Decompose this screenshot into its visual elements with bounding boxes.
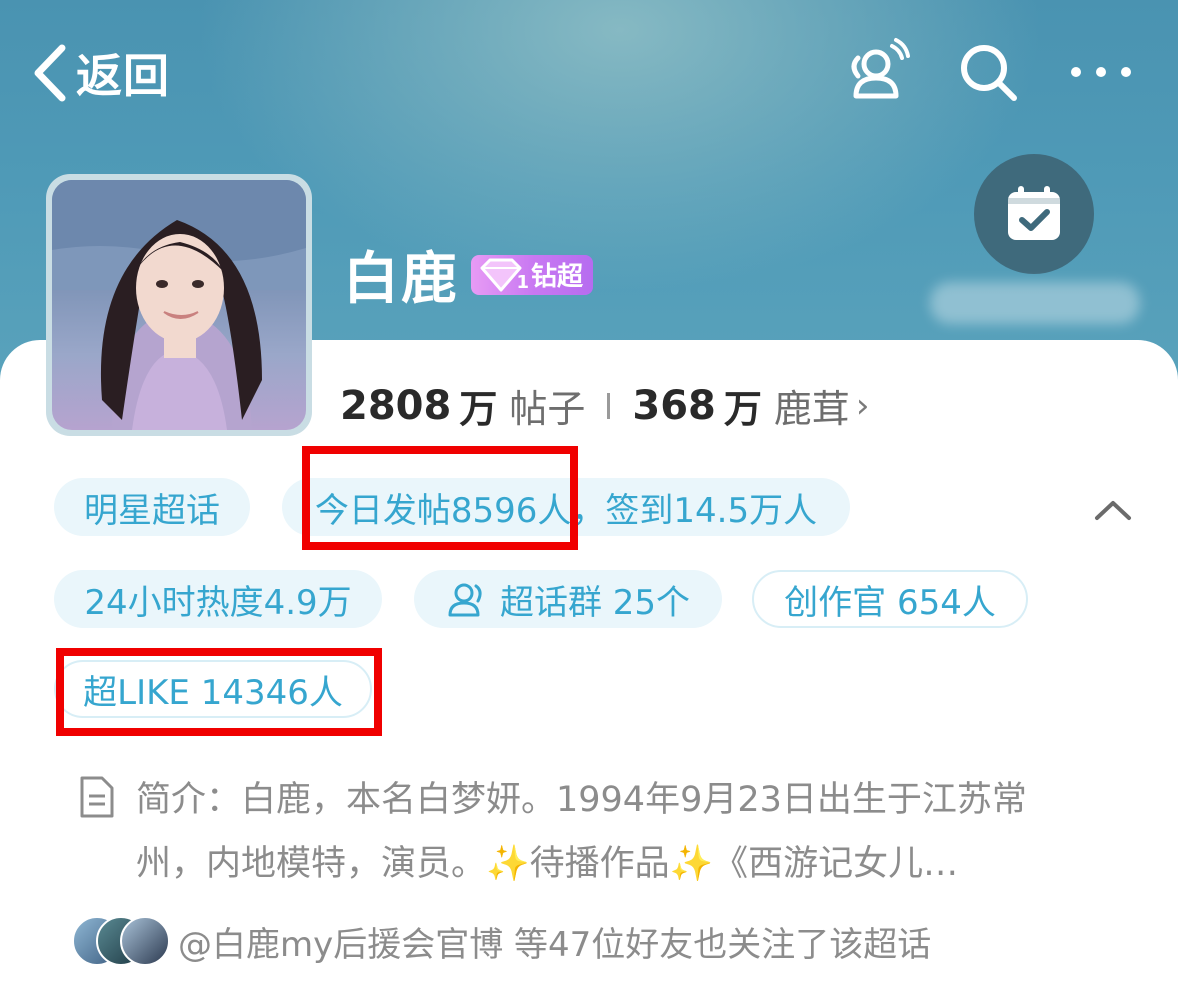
- intro-text: 简介：白鹿，本名白梦妍。1994年9月23日出生于江苏常州，内地模特，演员。✨待…: [136, 780, 1027, 884]
- checkin-button[interactable]: [974, 154, 1094, 274]
- topic-name: 白鹿: [343, 247, 459, 312]
- chevron-right-icon[interactable]: ›: [856, 386, 870, 426]
- posts-unit: 万: [459, 387, 498, 431]
- group-chip[interactable]: 超话群 25个: [414, 570, 722, 628]
- today-stats-label: 今日发帖8596人，签到14.5万人: [314, 490, 818, 531]
- category-chip[interactable]: 明星超话: [54, 478, 250, 536]
- collapse-button[interactable]: [1088, 490, 1138, 530]
- back-arrow-icon: [34, 44, 66, 102]
- fans-unit: 万: [723, 387, 762, 431]
- heat-chip-label: 24小时热度4.9万: [84, 582, 352, 623]
- posts-label: 帖子: [509, 387, 586, 431]
- back-button[interactable]: 返回: [30, 38, 170, 108]
- friends-follow-row[interactable]: @白鹿my后援会官博 等47位好友也关注了该超话: [72, 916, 931, 966]
- today-stats-chip[interactable]: 今日发帖8596人，签到14.5万人: [282, 478, 850, 536]
- fans-label[interactable]: 鹿茸: [774, 378, 850, 433]
- superlike-chip[interactable]: 超LIKE 14346人: [54, 660, 372, 718]
- stats-divider: [607, 392, 611, 419]
- superlike-chip-label: 超LIKE 14346人: [83, 672, 343, 713]
- friend-avatars: [72, 916, 170, 966]
- more-button[interactable]: [1066, 36, 1136, 106]
- chevron-up-icon: [1095, 501, 1131, 520]
- badge-level: 1: [516, 271, 529, 293]
- blurred-text: [930, 282, 1140, 324]
- avatar-image: [52, 180, 306, 430]
- category-chip-label: 明星超话: [84, 490, 220, 531]
- search-icon: [961, 45, 1017, 101]
- group-chip-label: 超话群 25个: [499, 582, 691, 623]
- stats-row: 2808 万 帖子 368 万 鹿茸 ›: [340, 378, 870, 433]
- creators-chip-label: 创作官 654人: [784, 582, 996, 623]
- friends-button[interactable]: [840, 36, 910, 106]
- posts-count: 2808: [340, 382, 452, 429]
- group-icon: [448, 583, 482, 617]
- topic-title-row: 白鹿 1 钻超: [343, 234, 594, 315]
- back-label: 返回: [76, 49, 170, 103]
- fans-count[interactable]: 368: [632, 383, 716, 429]
- topic-avatar[interactable]: [46, 174, 312, 436]
- badge-label: 钻超: [531, 262, 584, 292]
- portrait-illustration: [52, 180, 306, 430]
- search-button[interactable]: [952, 36, 1022, 106]
- calendar-check-icon: [1008, 186, 1060, 240]
- heat-chip[interactable]: 24小时热度4.9万: [54, 570, 382, 628]
- document-icon: [80, 776, 114, 818]
- friends-icon: [851, 38, 910, 99]
- friends-follow-text: @白鹿my后援会官博 等47位好友也关注了该超话: [178, 924, 932, 965]
- more-icon: [1071, 67, 1131, 77]
- creators-chip[interactable]: 创作官 654人: [752, 570, 1028, 628]
- friend-avatar: [120, 916, 170, 966]
- diamond-badge[interactable]: 1 钻超: [471, 254, 594, 295]
